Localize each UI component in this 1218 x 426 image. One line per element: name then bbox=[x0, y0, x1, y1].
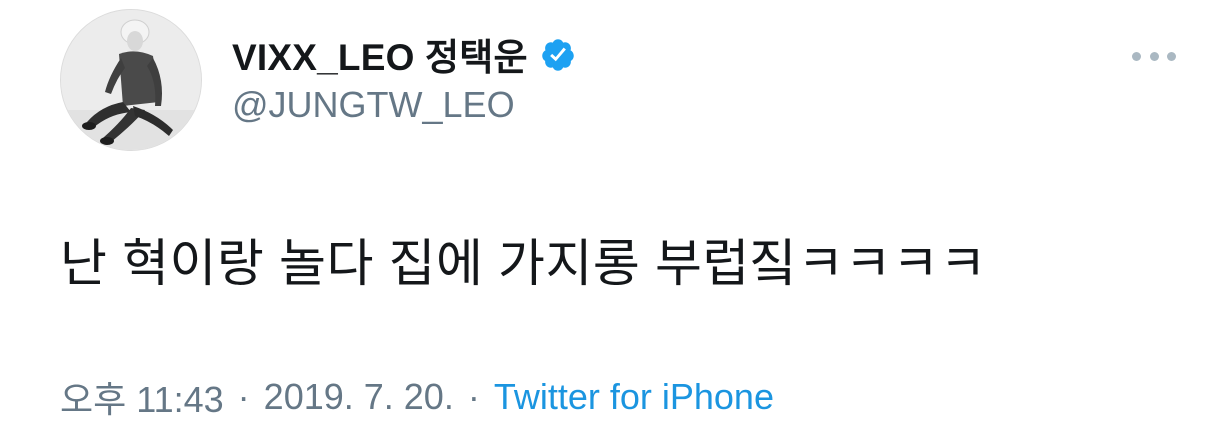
meta-separator: · bbox=[467, 376, 480, 417]
tweet-text: 난 혁이랑 놀다 집에 가지롱 부럽짘ㅋㅋㅋㅋ bbox=[60, 235, 987, 292]
avatar-photo bbox=[61, 10, 201, 150]
author-handle[interactable]: @JUNGTW_LEO bbox=[232, 84, 515, 126]
author-name-row: VIXX_LEO 정택운 bbox=[232, 28, 576, 80]
display-name[interactable]: VIXX_LEO 정택운 bbox=[232, 27, 528, 81]
more-dot bbox=[1167, 51, 1176, 61]
more-dot bbox=[1149, 51, 1159, 61]
avatar[interactable] bbox=[60, 9, 202, 151]
tweet-time[interactable]: 오후 11:43 bbox=[60, 371, 224, 423]
more-options-icon[interactable] bbox=[1132, 44, 1176, 68]
tweet-date[interactable]: 2019. 7. 20. bbox=[264, 376, 454, 418]
verified-badge-icon bbox=[540, 37, 576, 73]
meta-separator: · bbox=[237, 376, 250, 417]
more-dot bbox=[1132, 51, 1141, 61]
tweet-meta: 오후 11:43 · 2019. 7. 20. · Twitter for iP… bbox=[60, 371, 774, 423]
tweet-source-link[interactable]: Twitter for iPhone bbox=[494, 376, 774, 418]
